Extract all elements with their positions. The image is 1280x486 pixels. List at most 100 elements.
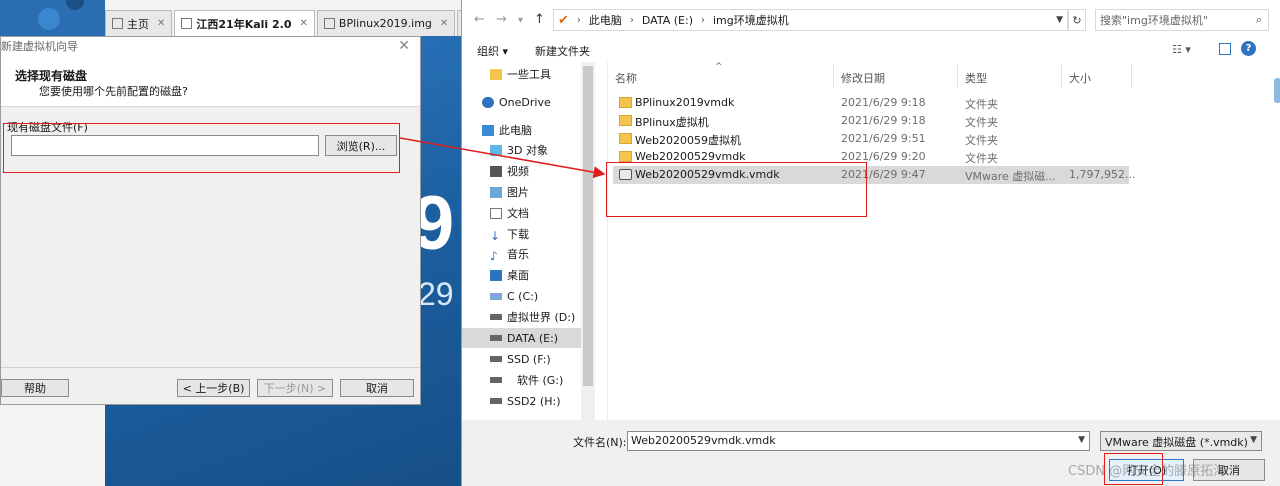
column-divider[interactable] (1131, 64, 1132, 88)
close-icon[interactable]: ✕ (398, 38, 410, 54)
file-type: VMware 虚拟磁... (965, 170, 1056, 183)
tab-home[interactable]: 主页 ✕ (105, 10, 173, 36)
nav-item-label: 文档 (507, 207, 529, 220)
wizard-header: 选择现有磁盘 您要使用哪个先前配置的磁盘? (1, 55, 420, 107)
chevron-down-icon[interactable]: ▼ (1078, 435, 1085, 445)
wizard-title: 新建虚拟机向导 (1, 40, 78, 53)
breadcrumb[interactable]: ✔ › 此电脑 › DATA (E:) › img环境虚拟机 ▼ (553, 9, 1068, 31)
folder-icon (619, 115, 632, 126)
breadcrumb-item[interactable]: img环境虚拟机 (713, 12, 789, 28)
nav-item-label: 音乐 (507, 248, 529, 261)
desktop-decoration (66, 0, 84, 10)
navigation-pane: 一些工具 OneDrive 此电脑 3D 对象 视频 图片 文档 ↓ 下载 ♪ 音乐… (462, 62, 597, 420)
wizard-heading: 选择现有磁盘 (15, 69, 88, 83)
help-icon[interactable]: ? (1241, 41, 1256, 56)
forward-arrow-icon[interactable]: → (496, 12, 507, 27)
tab-kali[interactable]: 江西21年Kali 2.0 ✕ (174, 10, 315, 36)
column-header-date[interactable]: 修改日期 (841, 70, 885, 86)
file-name: BPlinux2019vmdk (635, 96, 735, 109)
nav-item-label: 下载 (507, 228, 529, 241)
vm-icon (323, 18, 335, 29)
file-type: 文件夹 (965, 116, 998, 129)
cancel-button[interactable]: 取消 (340, 379, 414, 397)
cube-icon (490, 144, 502, 156)
preview-pane-icon[interactable] (1219, 43, 1231, 55)
filename-value: Web20200529vmdk.vmdk (631, 434, 776, 447)
refresh-button[interactable]: ↻ (1068, 9, 1086, 31)
nav-item-drive-e[interactable]: DATA (E:) (462, 328, 581, 348)
sort-ascending-icon: ^ (715, 62, 723, 72)
file-row[interactable]: BPlinux2019vmdk 2021/6/29 9:18 文件夹 (613, 94, 1129, 112)
nav-item-label: OneDrive (499, 95, 551, 109)
chevron-right-icon: › (629, 14, 634, 26)
file-row[interactable]: Web2020059虚拟机 2021/6/29 9:51 文件夹 (613, 130, 1129, 148)
dialog-footer: 文件名(N): Web20200529vmdk.vmdk ▼ VMware 虚拟… (462, 420, 1280, 486)
music-icon: ♪ (490, 248, 498, 263)
desktop-decoration (38, 8, 60, 30)
folder-icon (619, 97, 632, 108)
video-icon (490, 165, 502, 177)
file-size: 1,797,952... (1069, 168, 1136, 181)
toolbar: 组织 ▾ 新建文件夹 ☷ ▾ ? (462, 40, 1280, 62)
file-type-select[interactable]: VMware 虚拟磁盘 (*.vmdk) ▼ (1100, 431, 1262, 451)
tab-bplinux[interactable]: BPlinux2019.img ✕ (316, 10, 456, 36)
close-icon[interactable]: ✕ (440, 18, 448, 29)
vm-icon (181, 18, 193, 29)
nav-scrollbar[interactable] (581, 62, 595, 420)
organize-button[interactable]: 组织 ▾ (477, 43, 508, 59)
close-icon[interactable]: ✕ (157, 18, 165, 29)
close-icon[interactable]: ✕ (300, 18, 308, 29)
chevron-down-icon[interactable]: ▼ (1250, 435, 1257, 445)
watermark: CSDN @网安全的滕原拓海 (1068, 464, 1227, 479)
column-divider[interactable] (957, 64, 958, 88)
tab-label: 主页 (127, 17, 149, 31)
column-header-name[interactable]: 名称 (615, 70, 637, 86)
column-divider[interactable] (1061, 64, 1062, 88)
back-arrow-icon[interactable]: ← (474, 12, 485, 27)
tab-label: 江西21年Kali 2.0 (196, 17, 292, 31)
drive-icon (490, 356, 502, 362)
search-input[interactable]: 搜索"img环境虚拟机" ⌕ (1095, 9, 1269, 31)
file-date: 2021/6/29 9:18 (841, 114, 926, 127)
view-options-icon[interactable]: ☷ ▾ (1172, 43, 1191, 56)
new-folder-button[interactable]: 新建文件夹 (535, 43, 590, 59)
file-name: BPlinux虚拟机 (635, 116, 709, 129)
document-icon (490, 207, 502, 219)
wizard-subheading: 您要使用哪个先前配置的磁盘? (39, 85, 188, 98)
home-icon (112, 18, 123, 29)
next-button[interactable]: 下一步(N) > (257, 379, 333, 397)
back-button[interactable]: < 上一步(B) (177, 379, 250, 397)
nav-item-label: 3D 对象 (507, 144, 548, 157)
column-header-type[interactable]: 类型 (965, 70, 987, 86)
divider (607, 62, 608, 420)
help-button[interactable]: 帮助 (1, 379, 69, 397)
search-placeholder: 搜索"img环境虚拟机" (1100, 14, 1208, 27)
picture-icon (490, 186, 502, 198)
filename-input[interactable]: Web20200529vmdk.vmdk ▼ (627, 431, 1090, 451)
annotation-box (606, 162, 867, 217)
nav-item-label: 桌面 (507, 269, 529, 282)
file-date: 2021/6/29 9:51 (841, 132, 926, 145)
chevron-right-icon: › (576, 14, 581, 26)
chevron-right-icon: › (700, 14, 705, 26)
column-header-size[interactable]: 大小 (1069, 70, 1091, 86)
file-date: 2021/6/29 9:18 (841, 96, 926, 109)
nav-item-label: 一些工具 (507, 68, 551, 81)
nav-item-label: 视频 (507, 165, 529, 178)
file-row[interactable]: BPlinux虚拟机 2021/6/29 9:18 文件夹 (613, 112, 1129, 130)
download-icon: ↓ (490, 228, 501, 243)
scrollbar-thumb[interactable] (583, 66, 593, 386)
folder-icon (490, 68, 502, 80)
chevron-down-icon[interactable]: ▼ (1056, 15, 1063, 25)
nav-item-label: DATA (E:) (507, 331, 559, 345)
location-icon: ✔ (558, 12, 569, 28)
column-divider[interactable] (833, 64, 834, 88)
breadcrumb-item[interactable]: DATA (E:) (642, 14, 693, 27)
up-arrow-icon[interactable]: ↑ (534, 12, 545, 27)
drive-icon (490, 377, 502, 383)
nav-item-label: 软件 (G:) (517, 374, 564, 387)
recent-dropdown-icon[interactable]: ▾ (518, 15, 523, 26)
breadcrumb-item[interactable]: 此电脑 (589, 12, 622, 28)
new-vm-wizard: 新建虚拟机向导 ✕ 选择现有磁盘 您要使用哪个先前配置的磁盘? 现有磁盘文件(F… (0, 36, 421, 405)
refresh-icon: ↻ (1072, 13, 1082, 27)
